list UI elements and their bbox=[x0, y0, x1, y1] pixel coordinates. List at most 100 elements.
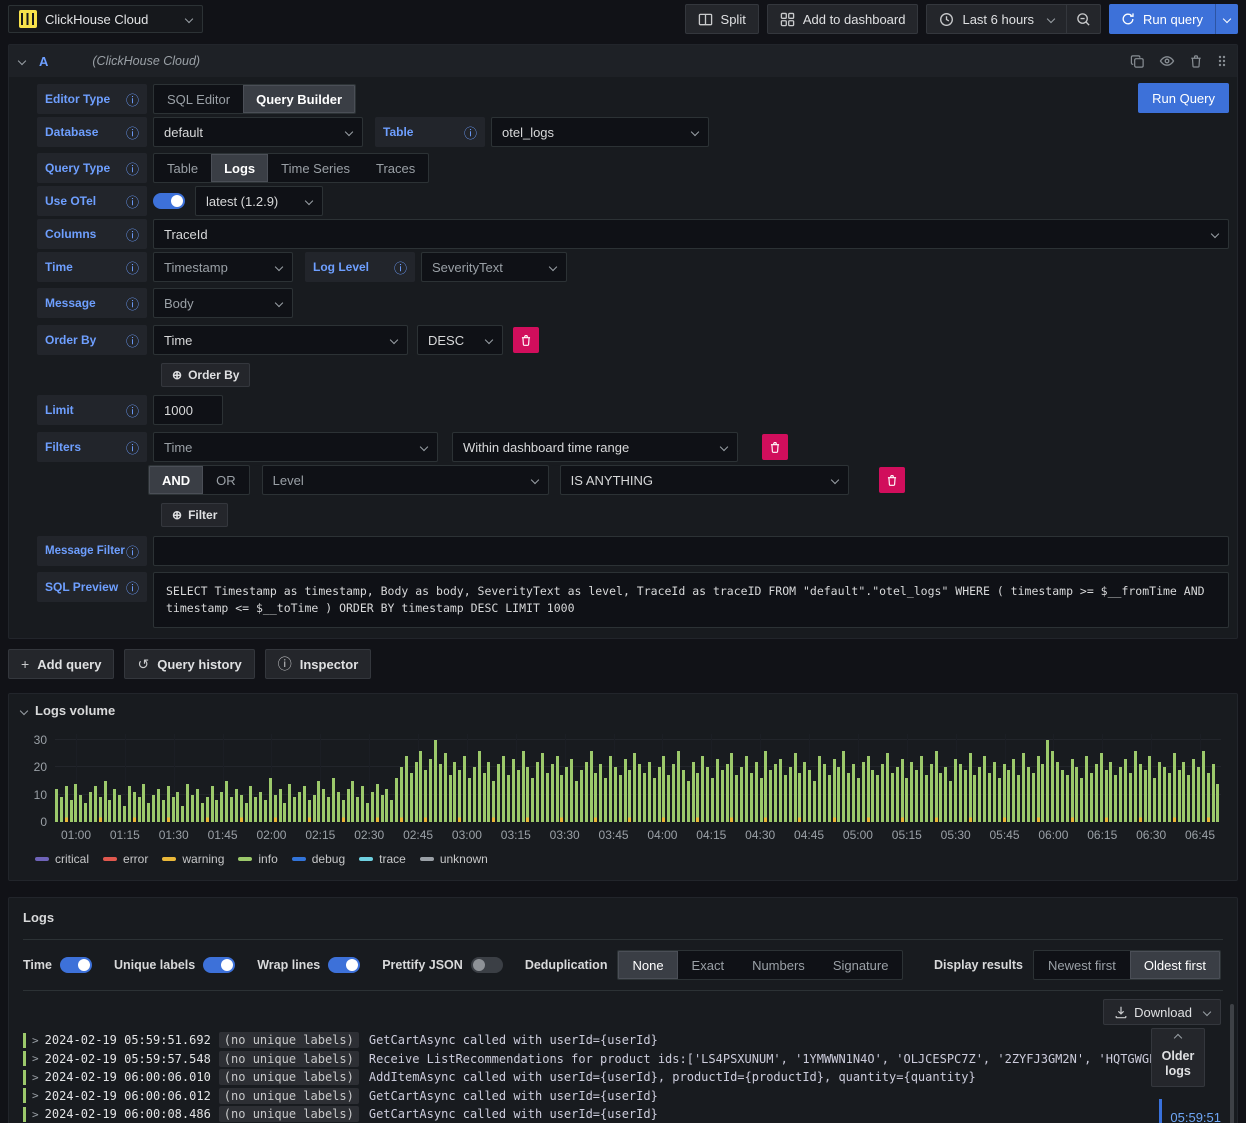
volume-bar[interactable] bbox=[1196, 767, 1200, 822]
volume-bar[interactable] bbox=[205, 797, 209, 822]
volume-bar[interactable] bbox=[565, 767, 569, 822]
zoom-out-time-button[interactable] bbox=[1067, 4, 1102, 34]
volume-bar[interactable] bbox=[701, 756, 705, 822]
volume-bar[interactable] bbox=[244, 802, 248, 822]
volume-bar[interactable] bbox=[404, 756, 408, 822]
volume-bar[interactable] bbox=[749, 772, 753, 822]
volume-bar[interactable] bbox=[774, 764, 778, 822]
filter-operator-select[interactable]: Within dashboard time range bbox=[452, 432, 738, 462]
volume-bar[interactable] bbox=[633, 753, 637, 822]
volume-bar[interactable] bbox=[448, 775, 452, 822]
volume-bar[interactable] bbox=[711, 778, 715, 822]
expand-row-icon[interactable]: > bbox=[32, 1071, 39, 1084]
volume-bar[interactable] bbox=[191, 794, 195, 822]
info-icon[interactable]: ⓘ bbox=[126, 542, 139, 561]
volume-bar[interactable] bbox=[463, 756, 467, 822]
drag-handle-icon[interactable] bbox=[1217, 54, 1227, 68]
volume-bar[interactable] bbox=[861, 761, 865, 822]
query-history-button[interactable]: ↺ Query history bbox=[124, 649, 255, 679]
volume-bar[interactable] bbox=[259, 791, 263, 822]
volume-bar[interactable] bbox=[293, 797, 297, 822]
volume-bar[interactable] bbox=[55, 789, 58, 822]
volume-bar[interactable] bbox=[647, 761, 651, 822]
volume-bar[interactable] bbox=[409, 772, 413, 822]
volume-bar[interactable] bbox=[779, 758, 783, 822]
wrap-lines-toggle[interactable] bbox=[328, 957, 361, 973]
volume-bar[interactable] bbox=[327, 797, 331, 822]
volume-bar[interactable] bbox=[395, 778, 399, 822]
database-select[interactable]: default bbox=[153, 117, 363, 147]
volume-bar[interactable] bbox=[847, 772, 851, 822]
volume-bar[interactable] bbox=[166, 786, 170, 822]
expand-row-icon[interactable]: > bbox=[32, 1108, 39, 1121]
volume-bar[interactable] bbox=[1056, 761, 1060, 822]
legend-item-error[interactable]: error bbox=[103, 852, 148, 866]
volume-bar[interactable] bbox=[273, 794, 277, 822]
volume-bar[interactable] bbox=[968, 753, 972, 822]
logs-volume-chart[interactable]: 0 10 20 30 bbox=[34, 733, 1221, 829]
volume-bar[interactable] bbox=[706, 767, 710, 822]
volume-bar[interactable] bbox=[331, 778, 335, 822]
column-chip[interactable]: TraceId bbox=[164, 227, 208, 242]
volume-bar[interactable] bbox=[885, 753, 889, 822]
info-icon[interactable]: ⓘ bbox=[126, 294, 139, 313]
volume-bar[interactable] bbox=[453, 761, 457, 822]
limit-input[interactable] bbox=[153, 395, 223, 425]
condition-or[interactable]: OR bbox=[203, 466, 249, 494]
volume-bar[interactable] bbox=[123, 805, 127, 822]
filter2-field-select[interactable]: Level bbox=[261, 465, 549, 495]
volume-bar[interactable] bbox=[1128, 772, 1132, 822]
volume-bar[interactable] bbox=[934, 750, 938, 822]
volume-bar[interactable] bbox=[1070, 758, 1074, 822]
volume-bar[interactable] bbox=[997, 778, 1001, 822]
message-column-select[interactable]: Body bbox=[153, 288, 293, 318]
message-filter-input[interactable] bbox=[153, 536, 1229, 566]
volume-bar[interactable] bbox=[958, 764, 962, 822]
volume-bar[interactable] bbox=[817, 756, 821, 822]
volume-bar[interactable] bbox=[608, 756, 612, 822]
volume-bar[interactable] bbox=[302, 786, 306, 822]
volume-bar[interactable] bbox=[924, 775, 928, 822]
volume-bar[interactable] bbox=[1046, 739, 1050, 822]
info-icon[interactable]: ⓘ bbox=[394, 258, 407, 277]
volume-bar[interactable] bbox=[788, 767, 792, 822]
volume-bar[interactable] bbox=[536, 761, 540, 822]
time-column-select[interactable]: Timestamp bbox=[153, 252, 293, 282]
query-type-time-series[interactable]: Time Series bbox=[268, 154, 363, 182]
volume-bar[interactable] bbox=[356, 797, 360, 822]
remove-order-by-button[interactable] bbox=[513, 327, 539, 353]
info-icon[interactable]: ⓘ bbox=[126, 192, 139, 211]
volume-bar[interactable] bbox=[599, 764, 603, 822]
volume-bar[interactable] bbox=[1099, 753, 1103, 822]
volume-bar[interactable] bbox=[1138, 764, 1142, 822]
add-to-dashboard-button[interactable]: Add to dashboard bbox=[766, 4, 919, 34]
volume-bar[interactable] bbox=[672, 764, 676, 822]
info-icon[interactable]: ⓘ bbox=[126, 438, 139, 457]
volume-bar[interactable] bbox=[341, 800, 345, 822]
table-select[interactable]: otel_logs bbox=[491, 117, 709, 147]
collapse-panel-icon[interactable] bbox=[19, 706, 29, 715]
volume-bar[interactable] bbox=[414, 761, 418, 822]
volume-bar[interactable] bbox=[458, 769, 462, 822]
log-level-select[interactable]: SeverityText bbox=[421, 252, 567, 282]
volume-bar[interactable] bbox=[613, 767, 617, 822]
volume-bar[interactable] bbox=[497, 764, 501, 822]
volume-bar[interactable] bbox=[540, 753, 544, 822]
volume-bar[interactable] bbox=[59, 797, 63, 822]
volume-bar[interactable] bbox=[1211, 764, 1215, 822]
volume-bar[interactable] bbox=[215, 800, 219, 822]
volume-bar[interactable] bbox=[186, 783, 190, 822]
volume-bar[interactable] bbox=[798, 772, 802, 822]
volume-bar[interactable] bbox=[487, 761, 491, 822]
volume-bar[interactable] bbox=[589, 750, 593, 822]
info-icon[interactable]: ⓘ bbox=[126, 123, 139, 142]
volume-bar[interactable] bbox=[502, 756, 506, 822]
volume-bar[interactable] bbox=[604, 778, 608, 822]
volume-bar[interactable] bbox=[949, 780, 953, 822]
log-row[interactable]: >2024-02-19 05:59:57.548 (no unique label… bbox=[23, 1050, 1237, 1069]
sql-preview-code[interactable]: SELECT Timestamp as timestamp, Body as b… bbox=[153, 572, 1229, 628]
volume-bar[interactable] bbox=[652, 778, 656, 822]
volume-bar[interactable] bbox=[769, 769, 773, 822]
dedup-signature[interactable]: Signature bbox=[819, 951, 903, 979]
volume-bar[interactable] bbox=[827, 775, 831, 822]
